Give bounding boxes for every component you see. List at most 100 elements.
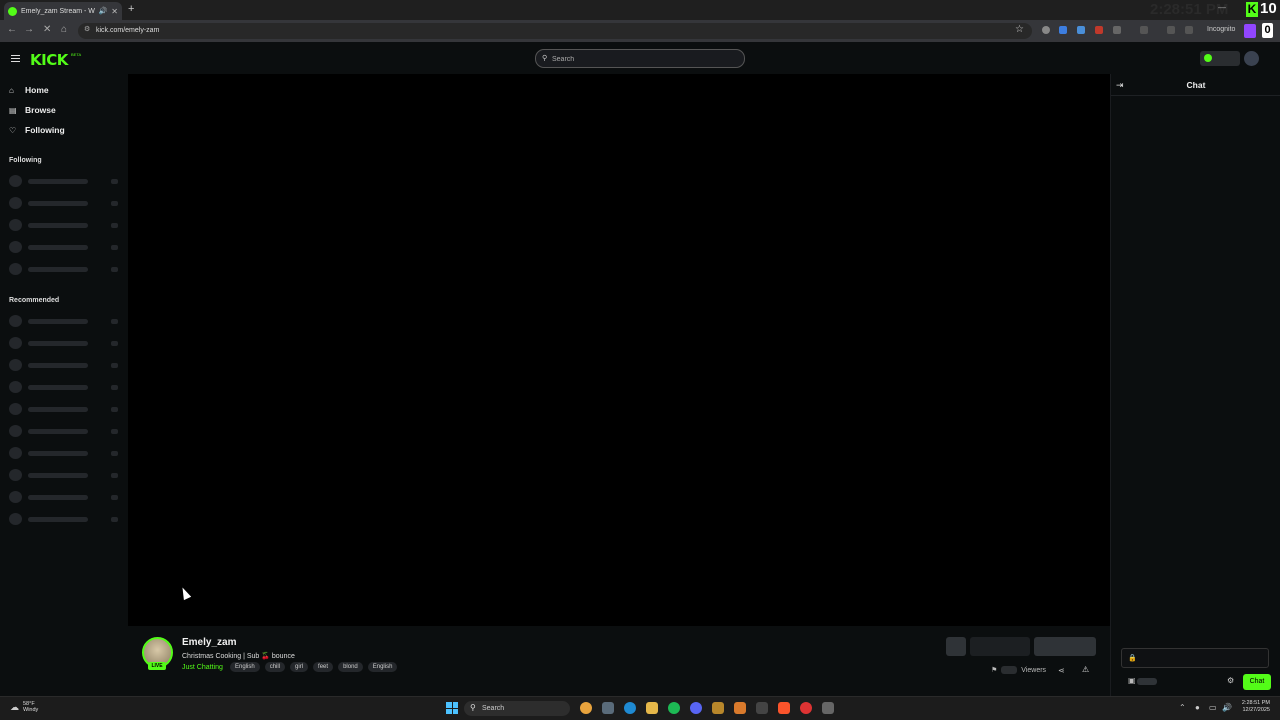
video-player[interactable] [128, 74, 1110, 626]
forward-icon[interactable]: → [24, 24, 34, 35]
gift-icon[interactable]: ▣ [1128, 676, 1136, 685]
back-icon[interactable]: ← [7, 24, 17, 35]
sidebar-item-label: Browse [25, 105, 56, 115]
gear-icon[interactable]: ⚙ [1227, 676, 1234, 685]
search-box[interactable]: ⚲ [535, 49, 745, 68]
taskbar-search[interactable]: ⚲ Search [464, 701, 570, 716]
name-placeholder [28, 473, 88, 478]
start-icon[interactable] [446, 702, 458, 714]
sidebar-item-following[interactable]: ♡ Following [9, 123, 65, 137]
address-bar[interactable] [78, 23, 1032, 39]
search-input[interactable] [552, 53, 737, 65]
tag[interactable]: English [230, 662, 260, 672]
kick-logo[interactable]: KICK [30, 51, 68, 69]
chat-title: Chat [1186, 80, 1206, 90]
viewer-placeholder [111, 407, 118, 412]
file-explorer-icon[interactable] [646, 702, 658, 714]
points-pill[interactable] [1137, 678, 1157, 685]
viewer-placeholder [111, 451, 118, 456]
app-icon[interactable] [822, 702, 834, 714]
extension-icon[interactable] [1185, 26, 1193, 34]
speaker-icon[interactable]: 🔊 [1222, 703, 1232, 712]
chrome-icon[interactable] [580, 702, 592, 714]
avatar-placeholder [9, 425, 22, 437]
channel-skeleton [9, 403, 121, 415]
name-placeholder [28, 429, 88, 434]
tray-chevron-icon[interactable]: ⌃ [1179, 703, 1186, 712]
mic-icon[interactable]: ● [1195, 703, 1200, 712]
chat-input[interactable]: 🔒 [1121, 648, 1269, 668]
streamer-name[interactable]: Emely_zam [182, 637, 236, 648]
extension-icon[interactable] [1077, 26, 1085, 34]
name-placeholder [28, 407, 88, 412]
download-icon[interactable] [1167, 26, 1175, 34]
lock-icon: 🔒 [1128, 655, 1137, 662]
sidebar-item-browse[interactable]: ▤ Browse [9, 103, 56, 117]
viewer-count: ⚑ Viewers [991, 666, 1046, 674]
taskbar-search-label: Search [482, 705, 505, 712]
brave-icon[interactable] [778, 702, 790, 714]
task-view-icon[interactable] [602, 702, 614, 714]
tag[interactable]: blond [338, 662, 363, 672]
name-placeholder [28, 179, 88, 184]
tray-icon[interactable]: ▭ [1209, 703, 1217, 712]
sidebar-item-label: Home [25, 85, 49, 95]
home-icon: ⌂ [9, 85, 14, 95]
viewer-placeholder [111, 223, 118, 228]
avatar-placeholder [9, 175, 22, 187]
chrome-incognito-icon[interactable] [800, 702, 812, 714]
site-info-icon[interactable]: ⚙ [84, 25, 90, 33]
extension-icon[interactable] [1095, 26, 1103, 34]
url-text: kick.com/emely-zam [96, 27, 160, 34]
extensions-puzzle-icon[interactable] [1113, 26, 1121, 34]
sidepanel-icon[interactable] [1140, 26, 1148, 34]
action-button[interactable] [970, 637, 1030, 656]
tag[interactable]: feet [313, 662, 334, 672]
minimize-icon[interactable]: — [1218, 3, 1226, 12]
tag[interactable]: girl [290, 662, 309, 672]
extension-icon[interactable] [1042, 26, 1050, 34]
header-action-button[interactable] [1200, 51, 1240, 66]
clock-time: 2:28:51 PM [1241, 700, 1270, 706]
spotify-icon[interactable] [668, 702, 680, 714]
bookmark-star-icon[interactable]: ☆ [1015, 24, 1024, 35]
taskbar-clock[interactable]: 2:28:51 PM 12/27/2025 [1232, 700, 1270, 714]
viewer-placeholder [111, 267, 118, 272]
user-avatar[interactable] [1244, 51, 1259, 66]
sidebar-item-home[interactable]: ⌂ Home [9, 83, 49, 97]
extension-icon[interactable] [1059, 26, 1067, 34]
incognito-label[interactable]: Incognito [1207, 26, 1235, 33]
tag[interactable]: English [367, 662, 398, 672]
reload-icon[interactable]: ✕ [43, 24, 51, 35]
menu-icon[interactable] [11, 55, 20, 62]
edge-icon[interactable] [624, 702, 636, 714]
twitch-extension-icon[interactable] [1244, 24, 1256, 38]
name-placeholder [28, 319, 88, 324]
app-icon[interactable] [734, 702, 746, 714]
terminal-icon[interactable] [756, 702, 768, 714]
name-placeholder [28, 267, 88, 272]
avatar-placeholder [9, 381, 22, 393]
weather-widget[interactable]: ☁ 58°F Windy [10, 701, 38, 713]
kick-extension-icon[interactable]: K [1246, 2, 1258, 17]
chat-send-button[interactable]: Chat [1243, 674, 1271, 690]
share-icon[interactable]: ⋖ [1058, 666, 1065, 675]
viewer-placeholder [111, 319, 118, 324]
name-placeholder [28, 385, 88, 390]
viewer-count-placeholder [1001, 666, 1018, 674]
home-browser-icon[interactable]: ⌂ [61, 24, 67, 35]
stream-category[interactable]: Just Chatting [182, 664, 223, 671]
stream-title: Christmas Cooking | Sub 🍒 bounce [182, 653, 295, 660]
tag[interactable]: chill [264, 662, 286, 672]
new-tab-button[interactable]: + [128, 3, 134, 15]
channel-skeleton [9, 359, 121, 371]
browser-tab[interactable]: Emely_zam Stream - Watch 🔊 ✕ [4, 2, 122, 20]
app-icon[interactable] [712, 702, 724, 714]
action-button[interactable] [946, 637, 966, 656]
discord-icon[interactable] [690, 702, 702, 714]
close-tab-icon[interactable]: ✕ [111, 7, 118, 16]
follow-button[interactable] [1034, 637, 1096, 656]
avatar-placeholder [9, 263, 22, 275]
sidebar-item-label: Following [25, 125, 65, 135]
report-icon[interactable]: ⚠ [1082, 665, 1089, 674]
